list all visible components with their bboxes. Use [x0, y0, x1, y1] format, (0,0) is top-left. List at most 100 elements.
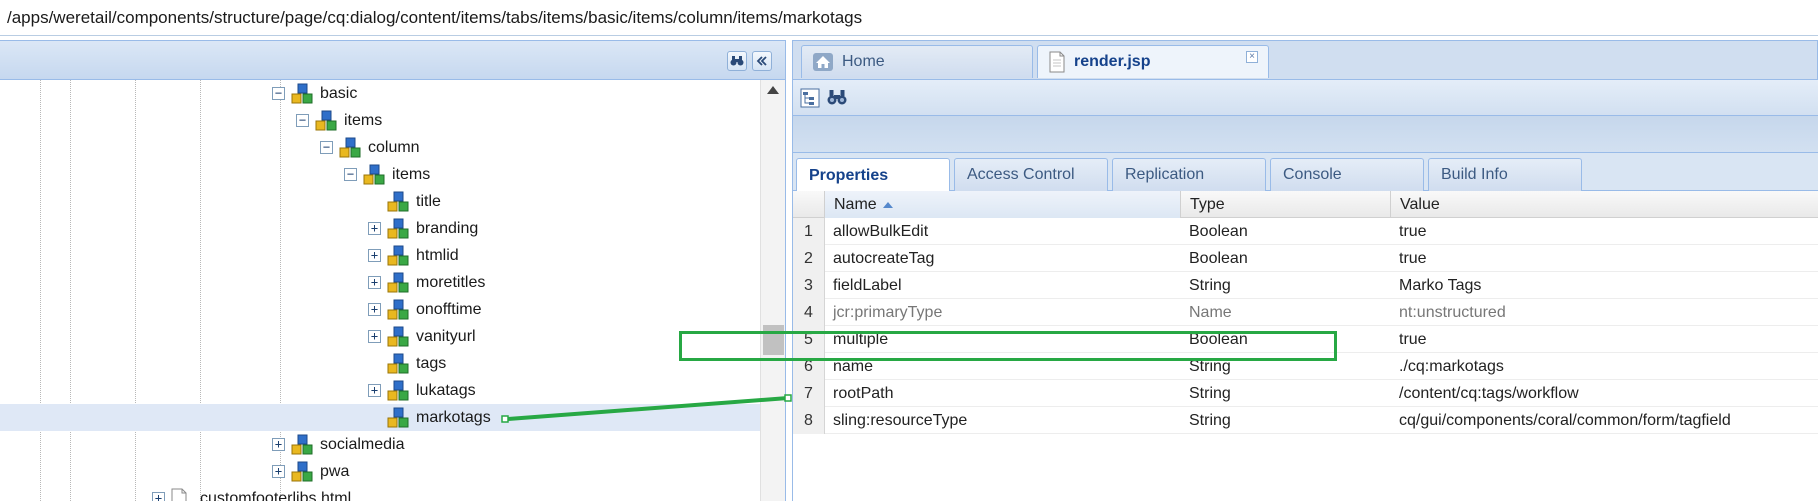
tree-node[interactable]: + lukatags	[368, 377, 476, 404]
tab-home[interactable]: Home	[801, 45, 1033, 78]
cell-type[interactable]: String	[1189, 407, 1231, 434]
tree-node[interactable]: + moretitles	[368, 269, 485, 296]
tree-scrollbar[interactable]	[760, 80, 785, 501]
collapse-icon[interactable]	[752, 51, 772, 71]
tree-node[interactable]: − basic	[272, 80, 357, 107]
cell-name[interactable]: rootPath	[833, 380, 893, 407]
node-cubes-icon	[386, 245, 410, 267]
tab-build-info[interactable]: Build Info	[1428, 158, 1582, 191]
collapse-toggle-icon[interactable]: −	[320, 141, 333, 154]
tree-node[interactable]: + htmlid	[368, 242, 459, 269]
path-text: /apps/weretail/components/structure/page…	[7, 7, 863, 27]
tree-row[interactable]: + onofftime	[0, 296, 760, 323]
expand-toggle-icon[interactable]: +	[368, 303, 381, 316]
tree-view-icon[interactable]	[799, 87, 821, 109]
cell-value[interactable]: nt:unstructured	[1399, 299, 1506, 326]
tree-row[interactable]: − basic	[0, 80, 760, 107]
find-icon[interactable]	[727, 51, 747, 71]
cell-value[interactable]: ./cq:markotags	[1399, 353, 1504, 380]
tree-row[interactable]: + socialmedia	[0, 431, 760, 458]
tree-row[interactable]: + pwa	[0, 458, 760, 485]
tree-node[interactable]: + vanityurl	[368, 323, 476, 350]
tree-node[interactable]: − items	[344, 161, 430, 188]
tree-row[interactable]: tags	[0, 350, 760, 377]
tab-access-control[interactable]: Access Control	[954, 158, 1108, 191]
table-row[interactable]: 4 jcr:primaryType Name nt:unstructured	[793, 299, 1818, 326]
cell-type[interactable]: Boolean	[1189, 218, 1248, 245]
cell-type[interactable]: String	[1189, 380, 1231, 407]
tree-row[interactable]: + moretitles	[0, 269, 760, 296]
cell-value[interactable]: /content/cq:tags/workflow	[1399, 380, 1579, 407]
tab-render-jsp[interactable]: render.jsp ×	[1037, 45, 1269, 78]
expand-toggle-icon[interactable]: +	[152, 492, 165, 501]
expand-toggle-icon[interactable]: +	[272, 465, 285, 478]
expand-toggle-icon[interactable]: +	[368, 276, 381, 289]
tree-node-label: vanityurl	[416, 327, 476, 345]
tree-node[interactable]: + socialmedia	[272, 431, 404, 458]
repository-tree: − basic − items − column − items title + branding +…	[0, 80, 760, 501]
path-bar[interactable]: /apps/weretail/components/structure/page…	[0, 0, 1818, 36]
expand-toggle-icon[interactable]: +	[368, 222, 381, 235]
home-icon	[813, 53, 833, 71]
table-row[interactable]: 8 sling:resourceType String cq/gui/componen…	[793, 407, 1818, 434]
expand-toggle-icon[interactable]: +	[368, 384, 381, 397]
tree-row[interactable]: title	[0, 188, 760, 215]
tree-node-label: branding	[416, 219, 479, 237]
tree-node[interactable]: title	[368, 188, 441, 215]
cell-type[interactable]: String	[1189, 272, 1231, 299]
tree-node[interactable]: + customfooterlibs.html	[152, 485, 351, 501]
table-row[interactable]: 3 fieldLabel String Marko Tags	[793, 272, 1818, 299]
tree-row[interactable]: − column	[0, 134, 760, 161]
toolbar-spacer	[792, 116, 1818, 153]
cell-value[interactable]: true	[1399, 218, 1427, 245]
expand-toggle-icon[interactable]: +	[368, 249, 381, 262]
expand-toggle-icon[interactable]: +	[272, 438, 285, 451]
cell-value[interactable]: cq/gui/components/coral/common/form/tagf…	[1399, 407, 1731, 434]
table-row[interactable]: 1 allowBulkEdit Boolean true	[793, 218, 1818, 245]
cell-name[interactable]: sling:resourceType	[833, 407, 967, 434]
cell-name[interactable]: fieldLabel	[833, 272, 902, 299]
tab-home-label: Home	[842, 53, 885, 70]
cell-type[interactable]: Boolean	[1189, 245, 1248, 272]
collapse-toggle-icon[interactable]: −	[344, 168, 357, 181]
tree-row[interactable]: − items	[0, 107, 760, 134]
tree-node[interactable]: + onofftime	[368, 296, 482, 323]
column-header-name[interactable]: Name	[825, 191, 1181, 218]
tree-node[interactable]: + pwa	[272, 458, 349, 485]
tree-row[interactable]: + lukatags	[0, 377, 760, 404]
tree-node[interactable]: markotags	[368, 404, 491, 431]
tree-row[interactable]: + customfooterlibs.html	[0, 485, 760, 501]
tree-node[interactable]: − column	[320, 134, 420, 161]
cell-value[interactable]: Marko Tags	[1399, 272, 1481, 299]
column-header-value[interactable]: Value	[1391, 191, 1818, 218]
cell-name[interactable]: allowBulkEdit	[833, 218, 928, 245]
column-header-type[interactable]: Type	[1181, 191, 1391, 218]
cell-value[interactable]: true	[1399, 326, 1427, 353]
tree-node[interactable]: tags	[368, 350, 446, 377]
tree-row[interactable]: + vanityurl	[0, 323, 760, 350]
cell-name[interactable]: jcr:primaryType	[833, 299, 942, 326]
search-icon[interactable]	[826, 87, 848, 109]
tab-replication[interactable]: Replication	[1112, 158, 1266, 191]
cell-value[interactable]: true	[1399, 245, 1427, 272]
expand-toggle-icon[interactable]: +	[368, 330, 381, 343]
cell-name[interactable]: autocreateTag	[833, 245, 934, 272]
collapse-toggle-icon[interactable]: −	[272, 87, 285, 100]
table-row[interactable]: 2 autocreateTag Boolean true	[793, 245, 1818, 272]
table-row[interactable]: 7 rootPath String/content/cq:tags/workflow	[793, 380, 1818, 407]
tree-row[interactable]: markotags	[0, 404, 760, 431]
tab-properties[interactable]: Properties	[796, 158, 950, 192]
close-icon[interactable]: ×	[1246, 51, 1258, 63]
tree-row[interactable]: + htmlid	[0, 242, 760, 269]
scroll-up-icon[interactable]	[767, 86, 779, 94]
tree-node[interactable]: − items	[296, 107, 382, 134]
tree-node[interactable]: + branding	[368, 215, 478, 242]
collapse-toggle-icon[interactable]: −	[296, 114, 309, 127]
cell-type[interactable]: Name	[1189, 299, 1232, 326]
tree-row[interactable]: − items	[0, 161, 760, 188]
file-icon	[170, 488, 194, 501]
row-number: 1	[793, 218, 825, 245]
editor-tab-strip: Home render.jsp ×	[792, 40, 1818, 80]
tab-console[interactable]: Console	[1270, 158, 1424, 191]
tree-row[interactable]: + branding	[0, 215, 760, 242]
